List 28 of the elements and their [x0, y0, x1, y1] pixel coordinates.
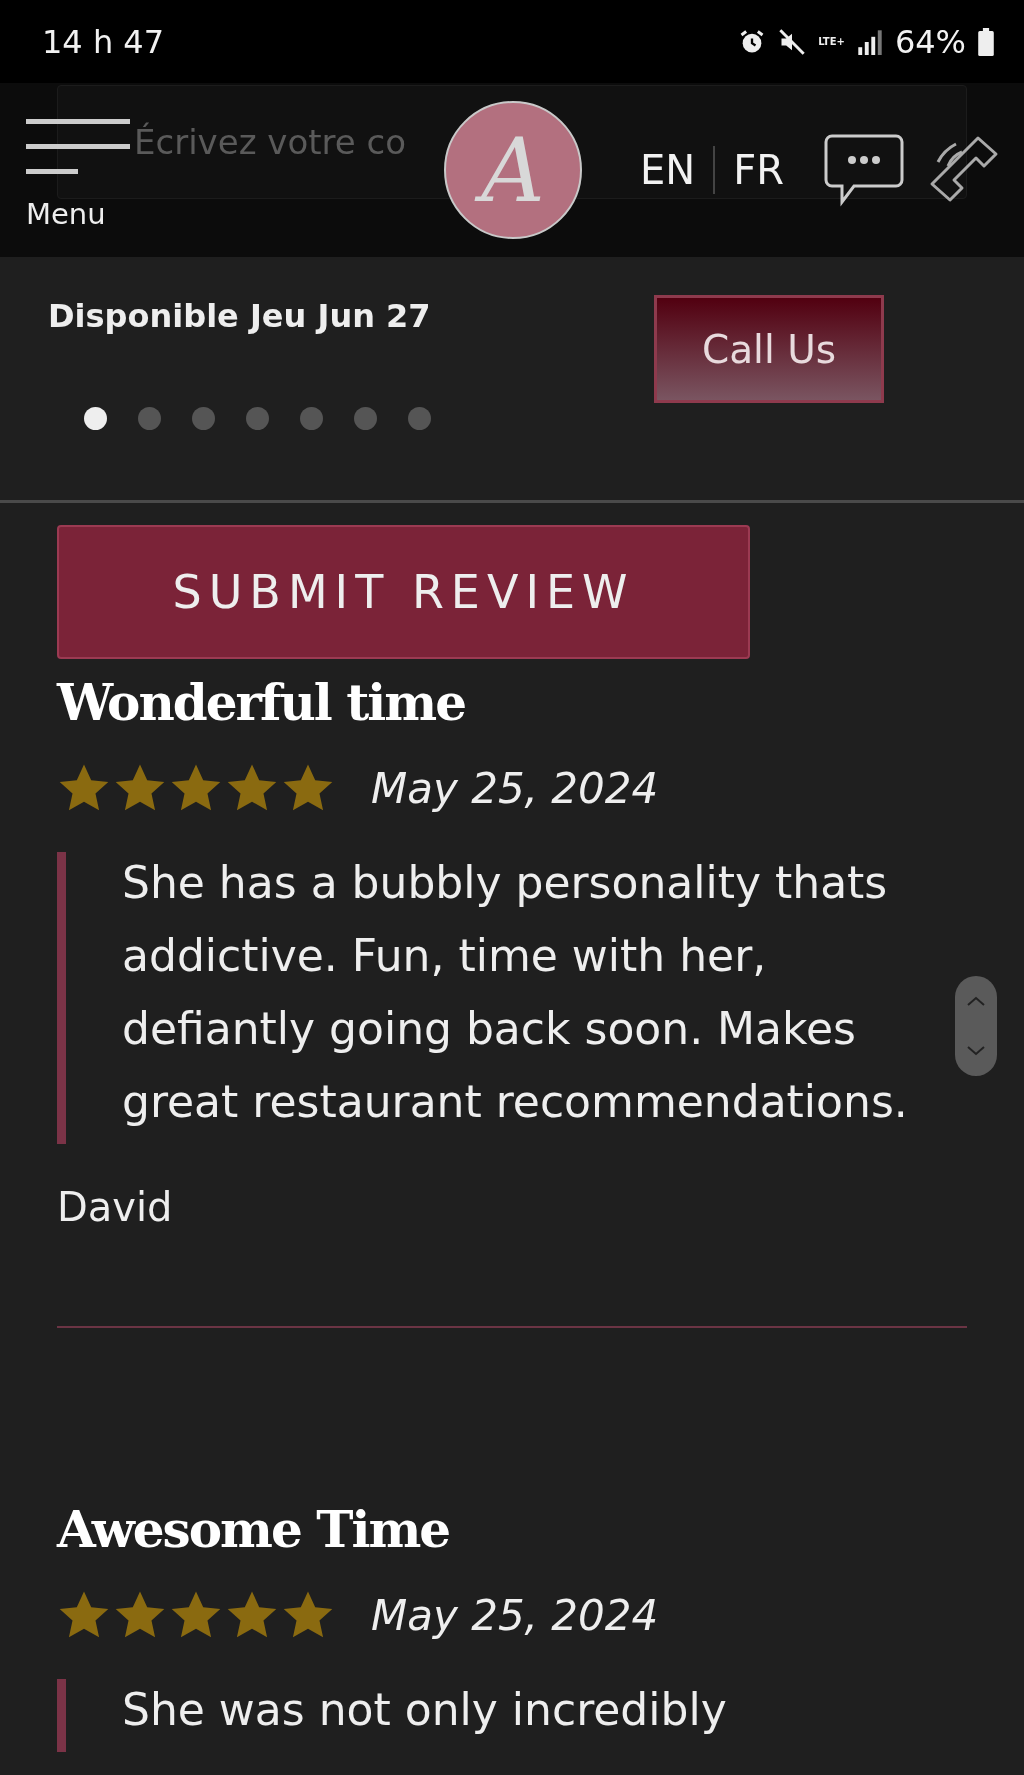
review-title: Wonderful time: [57, 673, 466, 732]
carousel-dot[interactable]: [300, 407, 323, 430]
carousel-dot[interactable]: [138, 407, 161, 430]
down-chevron-icon: [966, 1045, 986, 1057]
carousel-dot[interactable]: [246, 407, 269, 430]
review-text: She was not only incredibly: [122, 1683, 728, 1737]
submit-review-button[interactable]: SUBMIT REVIEW: [57, 525, 750, 659]
battery-level: 64%: [894, 22, 966, 61]
availability-text: Disponible Jeu Jun 27: [48, 297, 432, 335]
status-time: 14 h 47: [42, 22, 165, 61]
network-type: LTE+: [818, 36, 845, 47]
scroll-handle[interactable]: [955, 976, 997, 1076]
review-date: May 25, 2024: [371, 1590, 659, 1640]
carousel-dot[interactable]: [192, 407, 215, 430]
language-link[interactable]: FR: [715, 147, 802, 193]
carousel-dot[interactable]: [354, 407, 377, 430]
review-title: Awesome Time: [57, 1500, 451, 1559]
battery-icon: [978, 27, 994, 56]
signal-icon: [856, 28, 883, 55]
review-date: May 25, 2024: [371, 763, 659, 813]
carousel-dot[interactable]: [408, 407, 431, 430]
carousel-dot[interactable]: [84, 407, 107, 430]
language-link[interactable]: EN: [622, 147, 714, 193]
review-text: She has a bubbly personality thats addictive. Fun, time with her, defiantly going back soon. Makes great restaurant recommendations.: [122, 856, 909, 1129]
call-us-button[interactable]: Call Us: [654, 295, 884, 403]
up-chevron-icon: [966, 995, 986, 1007]
review-author: David: [57, 1184, 174, 1230]
mute-icon: [778, 27, 807, 56]
